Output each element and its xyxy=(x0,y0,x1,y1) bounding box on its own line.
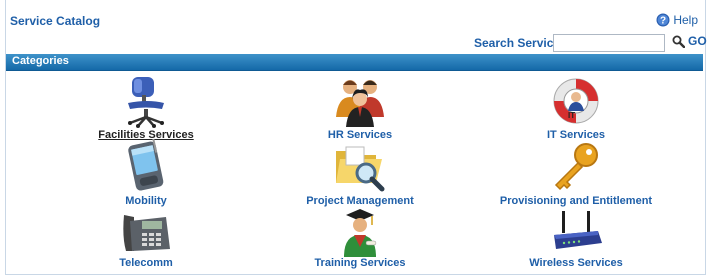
category-label: Mobility xyxy=(125,195,167,207)
help-label: Help xyxy=(673,13,698,27)
category-label: Training Services xyxy=(314,257,406,269)
category-grid: Facilities Services HR Services IT IT Se… xyxy=(6,71,703,271)
category-mobility[interactable]: Mobility xyxy=(46,139,246,207)
category-label: Telecomm xyxy=(119,257,173,269)
category-hr-services[interactable]: HR Services xyxy=(260,73,460,141)
categories-heading: Categories xyxy=(12,55,69,67)
people-icon xyxy=(336,80,384,127)
category-project-management[interactable]: Project Management xyxy=(260,139,460,207)
svg-text:IT: IT xyxy=(568,111,575,120)
go-label: GO xyxy=(688,34,707,48)
category-provisioning-and-entitlement[interactable]: Provisioning and Entitlement xyxy=(476,139,676,207)
categories-header: Categories xyxy=(6,54,703,71)
svg-text:?: ? xyxy=(660,16,666,27)
router-icon xyxy=(554,211,602,249)
desk-phone-icon xyxy=(123,215,170,251)
category-telecomm[interactable]: Telecomm xyxy=(46,207,246,269)
category-facilities-services[interactable]: Facilities Services xyxy=(46,73,246,141)
category-label: Project Management xyxy=(306,195,414,207)
category-label: Wireless Services xyxy=(529,257,623,269)
category-wireless-services[interactable]: Wireless Services xyxy=(476,207,676,269)
folder-search-icon xyxy=(336,146,385,192)
key-icon xyxy=(554,143,598,191)
search-input[interactable] xyxy=(553,34,665,52)
pda-icon xyxy=(128,139,164,191)
category-it-services[interactable]: IT IT Services xyxy=(476,73,676,141)
category-training-services[interactable]: Training Services xyxy=(260,207,460,269)
help-link[interactable]: ? Help xyxy=(656,13,698,27)
category-label: Provisioning and Entitlement xyxy=(499,195,653,207)
office-chair-icon xyxy=(128,77,164,128)
help-icon: ? xyxy=(656,13,670,27)
magnifier-icon xyxy=(672,35,685,48)
life-buoy-icon: IT xyxy=(553,78,599,124)
go-button[interactable]: GO xyxy=(672,34,707,48)
graduate-icon xyxy=(344,209,377,257)
page-title: Service Catalog xyxy=(10,14,101,28)
